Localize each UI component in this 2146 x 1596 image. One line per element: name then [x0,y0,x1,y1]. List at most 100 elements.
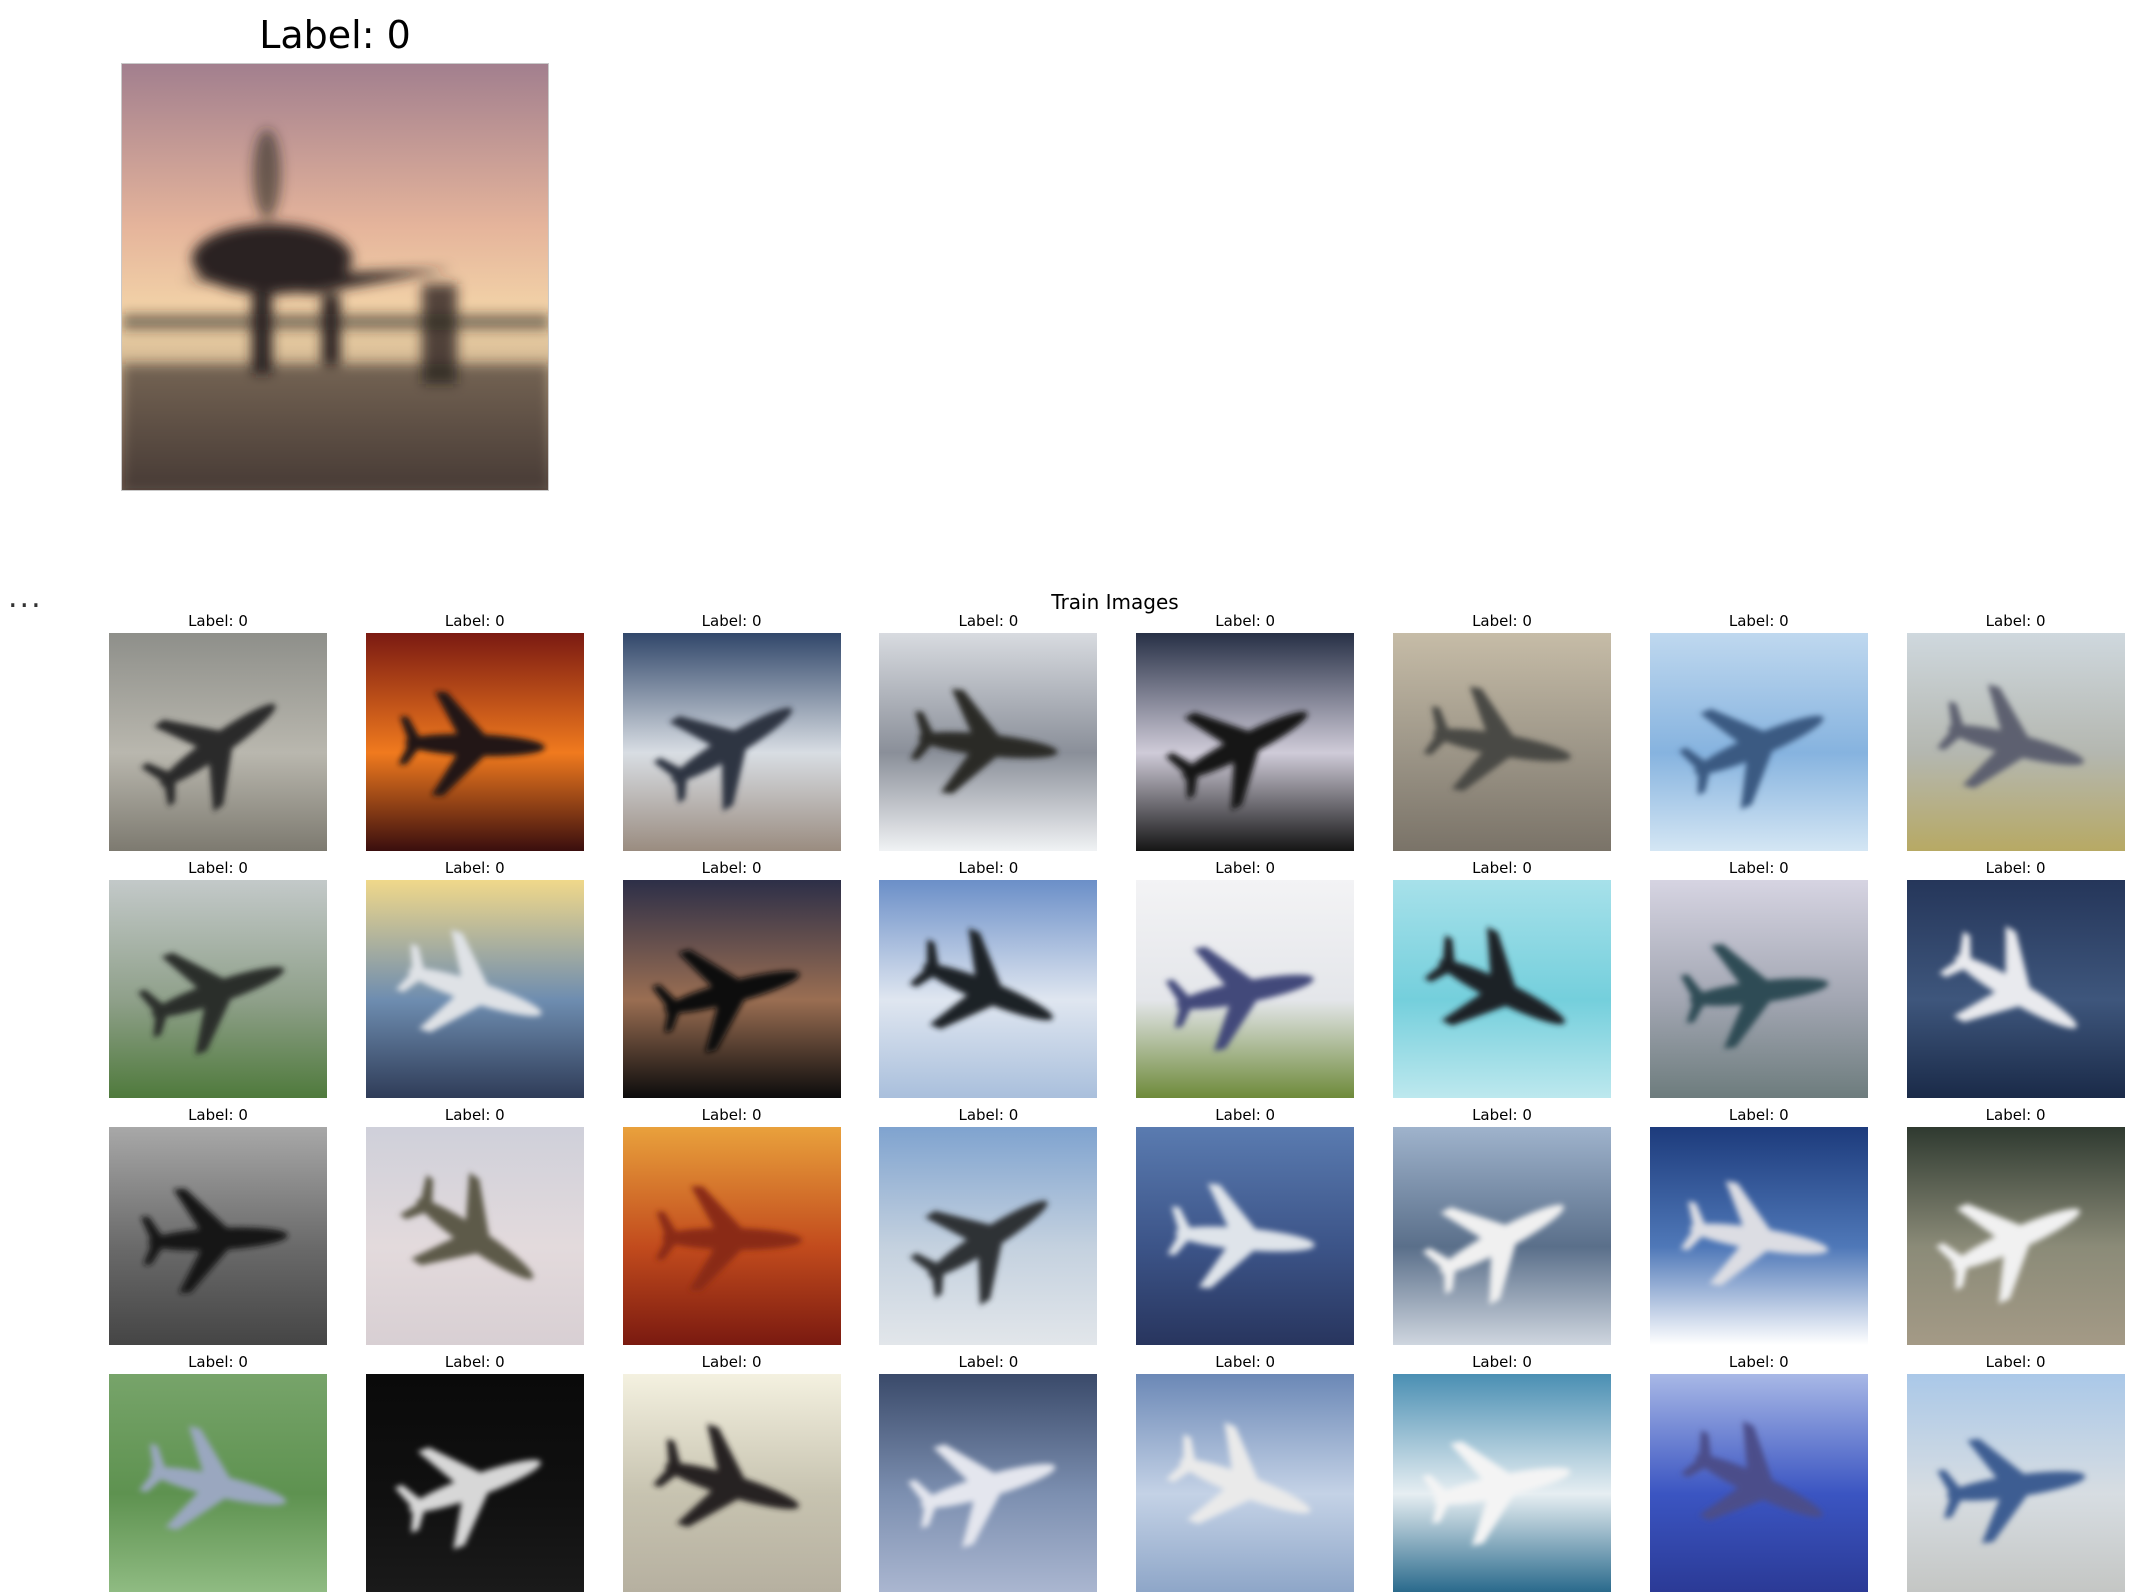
grid-item: Label: 0 [622,859,841,1098]
grid-item-label: Label: 0 [1472,612,1532,630]
grid-item-label: Label: 0 [444,1106,505,1124]
grid-item: Label: 0 [622,1353,841,1592]
grid-item-image [1392,1374,1611,1592]
grid-title: Train Images [1051,590,1179,614]
grid-item-image [109,1374,327,1592]
grid-item-label: Label: 0 [1728,859,1789,877]
grid-item-label: Label: 0 [1215,859,1276,877]
grid-item-image [879,1127,1098,1345]
grid-item: Label: 0 [879,612,1098,851]
grid-item: Label: 0 [1906,859,2125,1098]
train-images-grid: Label: 0 Label: 0 Label: 0 Label: 0 Label: 0… [109,612,2125,1592]
grid-item: Label: 0 [1392,612,1611,851]
single-image-title: Label: 0 [259,13,411,57]
grid-item-image [365,633,584,851]
grid-item-label: Label: 0 [444,859,505,877]
grid-item-label: Label: 0 [958,1353,1019,1371]
grid-item-label: Label: 0 [188,1353,248,1371]
grid-item-image [622,633,841,851]
grid-item-label: Label: 0 [188,612,248,630]
grid-item: Label: 0 [622,1106,841,1345]
grid-item-image [1136,633,1355,851]
grid-item: Label: 0 [1649,612,1868,851]
grid-item-image [1392,1127,1611,1345]
grid-item: Label: 0 [622,612,841,851]
grid-item-label: Label: 0 [444,612,505,630]
grid-item-label: Label: 0 [1472,1353,1532,1371]
grid-item-image [622,1127,841,1345]
grid-item-image [1136,880,1355,1098]
grid-item-image [365,1374,584,1592]
grid-item-label: Label: 0 [1728,1353,1789,1371]
grid-item-image [879,633,1098,851]
grid-item-image [1392,633,1611,851]
single-image-graphic [122,64,548,490]
grid-item-image [365,1127,584,1345]
grid-item-image [1649,880,1868,1098]
grid-item: Label: 0 [1906,612,2125,851]
grid-item-label: Label: 0 [1215,1353,1276,1371]
grid-item-label: Label: 0 [701,859,762,877]
grid-item-label: Label: 0 [701,1106,762,1124]
grid-item-label: Label: 0 [701,1353,762,1371]
grid-item: Label: 0 [879,859,1098,1098]
grid-item-image [879,1374,1098,1592]
grid-item: Label: 0 [879,1106,1098,1345]
grid-item-image [109,633,327,851]
grid-item-image [1392,880,1611,1098]
grid-item: Label: 0 [1392,859,1611,1098]
grid-item-label: Label: 0 [1215,1106,1276,1124]
grid-item-image [622,1374,841,1592]
grid-item: Label: 0 [109,612,327,851]
grid-item-image [365,880,584,1098]
grid-item: Label: 0 [1649,1106,1868,1345]
grid-item: Label: 0 [1649,859,1868,1098]
grid-item-image [1906,1374,2125,1592]
grid-item-label: Label: 0 [701,612,762,630]
grid-item-label: Label: 0 [1728,1106,1789,1124]
grid-item-label: Label: 0 [1215,612,1276,630]
grid-item-label: Label: 0 [188,859,248,877]
grid-item-label: Label: 0 [1472,859,1532,877]
grid-item: Label: 0 [365,1353,584,1592]
grid-item-label: Label: 0 [1728,612,1789,630]
grid-item: Label: 0 [365,1106,584,1345]
grid-item: Label: 0 [1136,612,1355,851]
grid-item: Label: 0 [109,1353,327,1592]
grid-item: Label: 0 [1906,1353,2125,1592]
grid-item: Label: 0 [1649,1353,1868,1592]
grid-item-image [1906,1127,2125,1345]
grid-item-label: Label: 0 [1985,1353,2046,1371]
grid-item-label: Label: 0 [1985,612,2046,630]
grid-item: Label: 0 [365,612,584,851]
grid-item-image [1906,880,2125,1098]
grid-item-image [109,880,327,1098]
grid-item-label: Label: 0 [444,1353,505,1371]
grid-item-label: Label: 0 [1985,1106,2046,1124]
grid-item-label: Label: 0 [958,859,1019,877]
grid-item: Label: 0 [879,1353,1098,1592]
grid-item-label: Label: 0 [958,1106,1019,1124]
grid-item-image [1649,1127,1868,1345]
grid-item: Label: 0 [1392,1106,1611,1345]
grid-item-image [1649,1374,1868,1592]
grid-item: Label: 0 [109,1106,327,1345]
grid-item-image [1649,633,1868,851]
grid-item-label: Label: 0 [188,1106,248,1124]
grid-item-image [1906,633,2125,851]
grid-item-image [879,880,1098,1098]
grid-item: Label: 0 [1136,1106,1355,1345]
single-image [121,63,549,491]
grid-item-image [1136,1127,1355,1345]
grid-item: Label: 0 [109,859,327,1098]
grid-item: Label: 0 [1136,859,1355,1098]
grid-item: Label: 0 [1136,1353,1355,1592]
grid-item: Label: 0 [1906,1106,2125,1345]
grid-item: Label: 0 [365,859,584,1098]
grid-item-image [1136,1374,1355,1592]
grid-item-image [109,1127,327,1345]
grid-item-label: Label: 0 [1472,1106,1532,1124]
grid-item-label: Label: 0 [1985,859,2046,877]
grid-item-label: Label: 0 [958,612,1019,630]
grid-item: Label: 0 [1392,1353,1611,1592]
